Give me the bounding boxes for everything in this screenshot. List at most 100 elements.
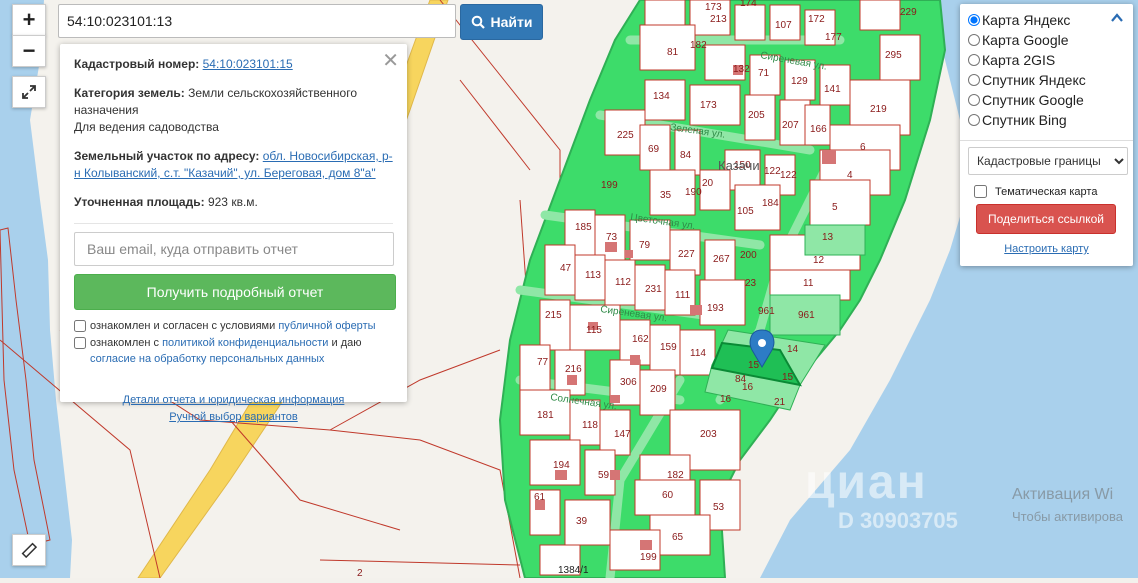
parcel-number-label: 216 [565,364,582,375]
thematic-map-label: Тематическая карта [995,185,1098,198]
email-field[interactable] [74,232,394,266]
search-button[interactable]: Найти [460,4,543,40]
fullscreen-button[interactable] [12,76,46,108]
parcel-number-label: 213 [710,14,727,25]
search-input[interactable] [58,4,456,38]
layer-panel: Карта Яндекс Карта Google Карта 2GIS Спутни… [960,4,1133,266]
layer-option-5[interactable]: Спутник Bing [968,110,1125,130]
search-button-label: Найти [490,14,533,30]
privacy-checkbox[interactable] [74,337,86,349]
category-label: Категория земель: [74,86,185,100]
watermark-brand: циан [805,456,928,509]
address-row: Земельный участок по адресу: обл. Новоси… [74,148,393,182]
parcel-number-label: 200 [740,250,757,261]
parcel-number-label: 112 [615,277,631,288]
parcel-number-label: 174 [740,0,757,9]
address-label: Земельный участок по адресу: [74,149,260,163]
village-label: Казачи [718,158,760,173]
layer-option-4[interactable]: Спутник Google [968,90,1125,110]
layer-option-1[interactable]: Карта Google [968,30,1125,50]
close-icon[interactable]: ✕ [382,48,399,73]
zoom-out-button[interactable]: − [12,35,46,67]
ruler-button[interactable] [12,534,46,566]
parcel-number-label: 185 [575,222,592,233]
get-report-button[interactable]: Получить подробный отчет [74,274,396,310]
parcel-number-label: 122 [764,166,781,177]
area-row: Уточненная площадь: 923 кв.м. [74,194,393,211]
layer-radio[interactable] [968,114,980,126]
parcel-number-label: 47 [560,263,572,274]
parcel-number-label: 132 [733,64,750,75]
parcel-number-label: 23 [745,278,757,289]
parcel-number-label: 35 [660,190,672,201]
layer-select[interactable]: Кадастровые границы [968,147,1128,175]
layer-radio[interactable] [968,74,980,86]
parcel-number-label: 39 [576,516,588,527]
parcel-number-label: 105 [737,206,754,217]
data-processing-link[interactable]: согласие на обработку персональных данны… [90,353,324,365]
thematic-map-row[interactable]: Тематическая карта [974,185,1125,198]
manual-select-link[interactable]: Ручной выбор вариантов [74,409,393,426]
offer-consent-row: ознакомлен и согласен с условиями публич… [74,318,393,334]
area-label: Уточненная площадь: [74,195,205,209]
parcel-number-label: 107 [775,20,792,31]
parcel-number-label: 84 [680,150,692,161]
parcel-number-label: 53 [713,502,725,513]
area-value: 923 [207,195,228,209]
parcel-number-label: 111 [675,290,691,301]
activation-subtitle: Чтобы активирова [1012,509,1124,524]
privacy-policy-link[interactable]: политикой конфиденциальности [162,337,328,349]
configure-map-link[interactable]: Настроить карту [968,243,1125,255]
parcel-number-label: 194 [553,460,570,471]
parcel-number-label: 60 [662,490,674,501]
parcel-number-label: 205 [748,110,765,121]
parcel-number-label: 184 [762,198,779,209]
layer-radio[interactable] [968,34,980,46]
layer-radio[interactable] [968,54,980,66]
parcel-number-label: 12 [813,255,825,266]
parcel-number-label: 295 [885,50,902,61]
layer-option-3[interactable]: Спутник Яндекс [968,70,1125,90]
cadastral-label: Кадастровый номер: [74,57,200,71]
chevron-up-icon[interactable] [1111,10,1123,26]
parcel-number-label: 199 [601,180,618,191]
layer-radio[interactable] [968,14,980,26]
parcel-number-label: 73 [606,232,618,243]
layer-option-label: Спутник Google [982,92,1084,108]
parcel-number-label: 141 [824,84,841,95]
report-details-link[interactable]: Детали отчета и юридическая информация [74,392,393,409]
layer-option-label: Карта Яндекс [982,12,1071,28]
parcel-number-label: 11 [803,278,814,289]
parcel-number-label: 69 [648,144,660,155]
thematic-map-checkbox[interactable] [974,185,987,198]
offer-checkbox[interactable] [74,320,86,332]
activation-title: Активация Wi [1012,486,1114,503]
parcel-number-label: 306 [620,377,637,388]
parcel-number-label: 159 [660,342,677,353]
cadastral-link[interactable]: 54:10:023101:15 [203,57,293,71]
offer-link[interactable]: публичной оферты [278,320,375,332]
layer-option-0[interactable]: Карта Яндекс [968,10,1125,30]
parcel-number-label: 13 [822,232,834,243]
privacy-text: ознакомлен с [90,337,160,349]
parcel-number-label: 122 [780,170,797,181]
offer-text: ознакомлен и согласен с условиями [90,320,276,332]
parcel-number-label: 81 [667,47,679,58]
watermark-listing-id: D 30903705 [838,508,958,533]
parcel-number-label: 71 [758,68,770,79]
layer-radio[interactable] [968,94,980,106]
parcel-number-label: 16 [720,394,732,405]
layer-option-2[interactable]: Карта 2GIS [968,50,1125,70]
parcel-number-label: 193 [707,303,724,314]
ruler-icon [21,542,37,558]
parcel-number-label: 162 [632,334,649,345]
zoom-in-button[interactable]: + [12,4,46,36]
parcel-number-label: 5 [832,202,838,213]
parcel-number-label: 6 [860,142,866,153]
share-link-button[interactable]: Поделиться ссылкой [976,204,1116,234]
parcel-number-label: 59 [598,470,610,481]
parcel-number-label: 15 [748,360,760,371]
parcel-number-label: 219 [870,104,887,115]
parcel-number-label: 113 [585,270,601,281]
parcel-number-label: 209 [650,384,667,395]
